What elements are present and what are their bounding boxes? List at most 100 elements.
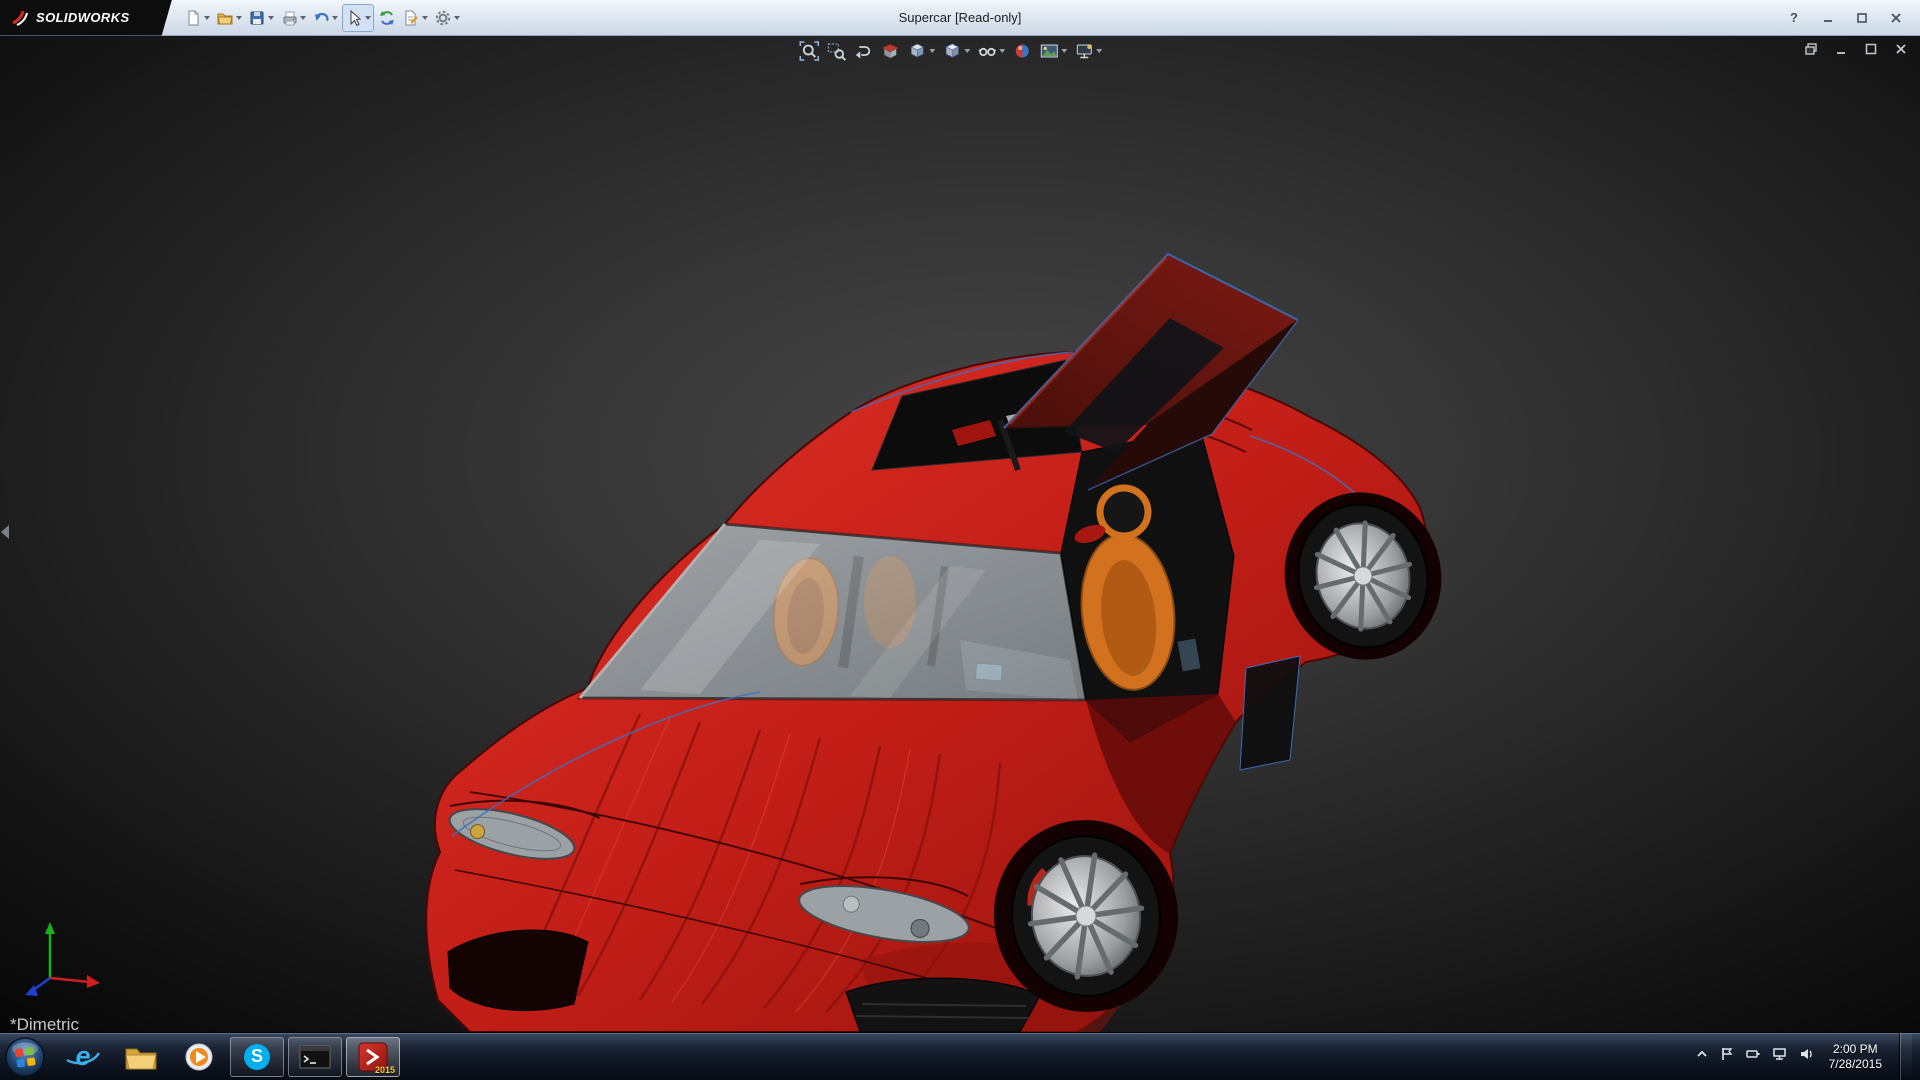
hide-show-glasses-icon — [977, 41, 997, 61]
apply-scene-button[interactable] — [1037, 39, 1069, 63]
maximize-icon — [1864, 42, 1878, 56]
chevron-down-icon — [300, 16, 306, 20]
print-icon — [280, 9, 298, 27]
help-button[interactable]: ? — [1784, 8, 1804, 28]
zoom-to-area-button[interactable] — [824, 39, 848, 63]
chevron-up-icon — [1695, 1047, 1709, 1061]
taskbar-internet-explorer[interactable]: e — [56, 1037, 110, 1077]
chevron-down-icon — [268, 16, 274, 20]
close-button[interactable] — [1886, 8, 1906, 28]
action-center-button[interactable] — [1720, 1046, 1734, 1067]
graphics-area[interactable]: *Dimetric — [0, 36, 1920, 1032]
doc-minimize-button[interactable] — [1832, 41, 1850, 57]
panel-collapse-arrow-icon[interactable] — [1, 525, 9, 539]
chevron-down-icon — [1096, 49, 1102, 53]
taskbar-command-prompt[interactable] — [288, 1037, 342, 1077]
show-desktop-button[interactable] — [1899, 1033, 1912, 1080]
clock-time: 2:00 PM — [1829, 1042, 1882, 1057]
undo-icon — [312, 9, 330, 27]
chevron-down-icon — [204, 16, 210, 20]
rebuild-icon — [378, 9, 396, 27]
section-view-button[interactable] — [878, 39, 902, 63]
taskbar-skype[interactable]: S — [230, 1037, 284, 1077]
taskbar-media-player[interactable] — [172, 1037, 226, 1077]
edit-appearance-button[interactable] — [1010, 39, 1034, 63]
chevron-down-icon — [964, 49, 970, 53]
minimize-icon — [1822, 12, 1834, 24]
display-style-icon — [942, 41, 962, 61]
edit-appearance-sphere-icon — [1012, 41, 1032, 61]
save-icon — [248, 9, 266, 27]
chevron-down-icon — [999, 49, 1005, 53]
close-icon — [1890, 12, 1902, 24]
doc-maximize-button[interactable] — [1862, 41, 1880, 57]
view-settings-button[interactable] — [1072, 39, 1104, 63]
windows-start-orb-icon — [4, 1036, 46, 1078]
previous-view-icon — [853, 41, 873, 61]
zoom-to-area-icon — [826, 41, 846, 61]
headrest — [1100, 488, 1148, 536]
open-folder-icon — [216, 9, 234, 27]
rebuild-button[interactable] — [376, 4, 398, 32]
ie-swoosh-icon — [65, 1048, 101, 1066]
media-player-icon — [183, 1041, 215, 1073]
chevron-down-icon — [236, 16, 242, 20]
command-prompt-icon — [298, 1043, 332, 1071]
open-document-button[interactable] — [214, 4, 244, 32]
save-button[interactable] — [246, 4, 276, 32]
new-document-icon — [184, 9, 202, 27]
taskbar-clock[interactable]: 2:00 PM 7/28/2015 — [1829, 1042, 1882, 1072]
new-document-button[interactable] — [182, 4, 212, 32]
view-orientation-button[interactable] — [905, 39, 937, 63]
view-orientation-cube-icon — [907, 41, 927, 61]
hide-show-items-button[interactable] — [975, 39, 1007, 63]
print-button[interactable] — [278, 4, 308, 32]
chevron-down-icon — [454, 16, 460, 20]
zoom-to-fit-icon — [799, 41, 819, 61]
model-scene — [0, 36, 1920, 1032]
options-button[interactable] — [432, 4, 462, 32]
solidworks-logo-icon — [10, 8, 30, 28]
speaker-icon — [1799, 1046, 1816, 1062]
skype-letter: S — [251, 1046, 263, 1067]
chevron-down-icon — [929, 49, 935, 53]
network-monitor-icon — [1772, 1047, 1788, 1062]
previous-view-button[interactable] — [851, 39, 875, 63]
zoom-to-fit-button[interactable] — [797, 39, 821, 63]
show-hidden-icons-button[interactable] — [1695, 1047, 1709, 1066]
system-tray: 2:00 PM 7/28/2015 — [1695, 1033, 1920, 1080]
chevron-down-icon — [365, 16, 371, 20]
start-button[interactable] — [2, 1034, 48, 1080]
options-gear-icon — [434, 9, 452, 27]
doc-close-button[interactable] — [1892, 41, 1910, 57]
solidworks-window: SOLIDWORKS — [0, 0, 1920, 1080]
chevron-down-icon — [332, 16, 338, 20]
network-status-button[interactable] — [1772, 1047, 1788, 1067]
titlebar: SOLIDWORKS — [0, 0, 1920, 36]
minimize-icon — [1834, 42, 1848, 56]
folder-icon — [124, 1043, 158, 1071]
file-properties-button[interactable] — [400, 4, 430, 32]
taskbar-windows-explorer[interactable] — [114, 1037, 168, 1077]
undo-button[interactable] — [310, 4, 340, 32]
section-view-icon — [880, 41, 900, 61]
doc-restore-button[interactable] — [1802, 41, 1820, 57]
restore-icon — [1804, 42, 1818, 56]
select-tool-button[interactable] — [342, 4, 374, 32]
maximize-button[interactable] — [1852, 8, 1872, 28]
maximize-icon — [1856, 12, 1868, 24]
display-style-button[interactable] — [940, 39, 972, 63]
heads-up-view-toolbar — [797, 39, 1104, 63]
select-cursor-icon — [345, 9, 363, 27]
quick-access-toolbar — [182, 4, 462, 32]
flag-icon — [1720, 1046, 1734, 1062]
brand-text: SOLIDWORKS — [36, 10, 130, 25]
solidworks-logo: SOLIDWORKS — [0, 0, 172, 36]
volume-button[interactable] — [1799, 1046, 1816, 1067]
taskbar-solidworks-2015[interactable]: 2015 — [346, 1037, 400, 1077]
minimize-button[interactable] — [1818, 8, 1838, 28]
document-title: Supercar [Read-only] — [899, 10, 1022, 25]
power-status-button[interactable] — [1745, 1047, 1761, 1066]
close-icon — [1894, 42, 1908, 56]
solidworks-version-badge: 2015 — [375, 1065, 395, 1075]
